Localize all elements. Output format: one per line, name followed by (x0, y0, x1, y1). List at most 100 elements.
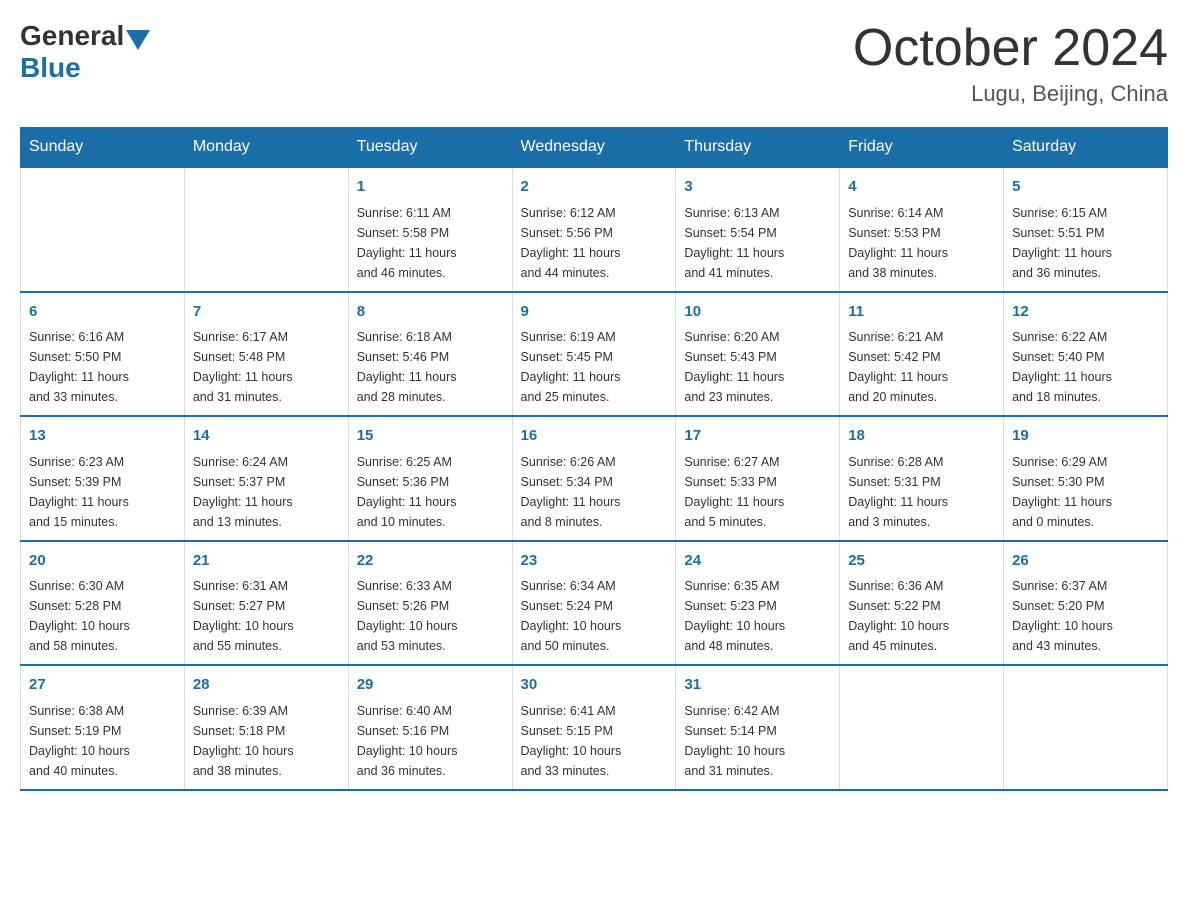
day-number: 2 (521, 176, 668, 199)
day-info: Sunrise: 6:25 AMSunset: 5:36 PMDaylight:… (357, 452, 504, 532)
day-number: 25 (848, 550, 995, 573)
logo-triangle-icon (126, 30, 150, 50)
day-number: 5 (1012, 176, 1159, 199)
logo-general-text: General (20, 20, 124, 52)
calendar-cell: 12 Sunrise: 6:22 AMSunset: 5:40 PMDayligh… (1004, 292, 1168, 417)
day-info: Sunrise: 6:40 AMSunset: 5:16 PMDaylight:… (357, 701, 504, 781)
calendar-cell: 8 Sunrise: 6:18 AMSunset: 5:46 PMDaylight… (348, 292, 512, 417)
day-number: 23 (521, 550, 668, 573)
calendar-cell: 1 Sunrise: 6:11 AMSunset: 5:58 PMDaylight… (348, 167, 512, 292)
calendar-cell: 7Sunrise: 6:17 AMSunset: 5:48 PMDaylight… (184, 292, 348, 417)
calendar-header-wednesday: Wednesday (512, 128, 676, 168)
calendar-header-sunday: Sunday (21, 128, 185, 168)
day-info: Sunrise: 6:30 AMSunset: 5:28 PMDaylight:… (29, 576, 176, 656)
day-number: 26 (1012, 550, 1159, 573)
calendar-cell: 3 Sunrise: 6:13 AMSunset: 5:54 PMDaylight… (676, 167, 840, 292)
day-info: Sunrise: 6:13 AMSunset: 5:54 PMDaylight:… (684, 203, 831, 283)
day-number: 7 (193, 301, 340, 324)
day-info: Sunrise: 6:26 AMSunset: 5:34 PMDaylight:… (521, 452, 668, 532)
calendar-cell: 19Sunrise: 6:29 AMSunset: 5:30 PMDayligh… (1004, 416, 1168, 541)
main-title: October 2024 (853, 20, 1168, 77)
day-number: 14 (193, 425, 340, 448)
calendar-cell: 21Sunrise: 6:31 AMSunset: 5:27 PMDayligh… (184, 541, 348, 666)
day-number: 15 (357, 425, 504, 448)
calendar-cell: 18 Sunrise: 6:28 AMSunset: 5:31 PMDayligh… (840, 416, 1004, 541)
calendar-header-tuesday: Tuesday (348, 128, 512, 168)
logo: General Blue (20, 20, 152, 84)
day-number: 11 (848, 301, 995, 324)
calendar-cell (1004, 665, 1168, 790)
day-info: Sunrise: 6:42 AMSunset: 5:14 PMDaylight:… (684, 701, 831, 781)
calendar-cell: 2 Sunrise: 6:12 AMSunset: 5:56 PMDaylight… (512, 167, 676, 292)
calendar-header-row: SundayMondayTuesdayWednesdayThursdayFrid… (21, 128, 1168, 168)
day-number: 30 (521, 674, 668, 697)
day-info: Sunrise: 6:36 AMSunset: 5:22 PMDaylight:… (848, 576, 995, 656)
calendar-week-row: 20Sunrise: 6:30 AMSunset: 5:28 PMDayligh… (21, 541, 1168, 666)
day-info: Sunrise: 6:39 AMSunset: 5:18 PMDaylight:… (193, 701, 340, 781)
day-number: 1 (357, 176, 504, 199)
calendar-cell: 20Sunrise: 6:30 AMSunset: 5:28 PMDayligh… (21, 541, 185, 666)
day-info: Sunrise: 6:16 AMSunset: 5:50 PMDaylight:… (29, 327, 176, 407)
calendar-table: SundayMondayTuesdayWednesdayThursdayFrid… (20, 127, 1168, 791)
day-info: Sunrise: 6:20 AMSunset: 5:43 PMDaylight:… (684, 327, 831, 407)
day-number: 31 (684, 674, 831, 697)
calendar-cell: 11 Sunrise: 6:21 AMSunset: 5:42 PMDayligh… (840, 292, 1004, 417)
calendar-header-monday: Monday (184, 128, 348, 168)
day-info: Sunrise: 6:18 AMSunset: 5:46 PMDaylight:… (357, 327, 504, 407)
day-info: Sunrise: 6:14 AMSunset: 5:53 PMDaylight:… (848, 203, 995, 283)
calendar-header-friday: Friday (840, 128, 1004, 168)
calendar-cell: 14 Sunrise: 6:24 AMSunset: 5:37 PMDayligh… (184, 416, 348, 541)
day-info: Sunrise: 6:37 AMSunset: 5:20 PMDaylight:… (1012, 576, 1159, 656)
day-info: Sunrise: 6:19 AMSunset: 5:45 PMDaylight:… (521, 327, 668, 407)
day-number: 22 (357, 550, 504, 573)
page-header: General Blue October 2024 Lugu, Beijing,… (20, 20, 1168, 107)
day-number: 4 (848, 176, 995, 199)
calendar-cell: 30 Sunrise: 6:41 AMSunset: 5:15 PMDayligh… (512, 665, 676, 790)
calendar-cell: 25 Sunrise: 6:36 AMSunset: 5:22 PMDayligh… (840, 541, 1004, 666)
day-info: Sunrise: 6:38 AMSunset: 5:19 PMDaylight:… (29, 701, 176, 781)
day-number: 19 (1012, 425, 1159, 448)
calendar-cell: 4 Sunrise: 6:14 AMSunset: 5:53 PMDaylight… (840, 167, 1004, 292)
day-info: Sunrise: 6:22 AMSunset: 5:40 PMDaylight:… (1012, 327, 1159, 407)
day-number: 18 (848, 425, 995, 448)
calendar-cell: 28Sunrise: 6:39 AMSunset: 5:18 PMDayligh… (184, 665, 348, 790)
calendar-cell (184, 167, 348, 292)
calendar-week-row: 6 Sunrise: 6:16 AMSunset: 5:50 PMDaylight… (21, 292, 1168, 417)
day-number: 6 (29, 301, 176, 324)
day-info: Sunrise: 6:24 AMSunset: 5:37 PMDaylight:… (193, 452, 340, 532)
calendar-cell: 17 Sunrise: 6:27 AMSunset: 5:33 PMDayligh… (676, 416, 840, 541)
calendar-week-row: 13 Sunrise: 6:23 AMSunset: 5:39 PMDayligh… (21, 416, 1168, 541)
day-number: 17 (684, 425, 831, 448)
calendar-cell: 16Sunrise: 6:26 AMSunset: 5:34 PMDayligh… (512, 416, 676, 541)
day-info: Sunrise: 6:12 AMSunset: 5:56 PMDaylight:… (521, 203, 668, 283)
calendar-cell: 23Sunrise: 6:34 AMSunset: 5:24 PMDayligh… (512, 541, 676, 666)
calendar-week-row: 27 Sunrise: 6:38 AMSunset: 5:19 PMDayligh… (21, 665, 1168, 790)
calendar-cell: 9Sunrise: 6:19 AMSunset: 5:45 PMDaylight… (512, 292, 676, 417)
calendar-cell: 26 Sunrise: 6:37 AMSunset: 5:20 PMDayligh… (1004, 541, 1168, 666)
logo-blue-text: Blue (20, 52, 81, 84)
day-number: 3 (684, 176, 831, 199)
day-number: 27 (29, 674, 176, 697)
calendar-cell: 5 Sunrise: 6:15 AMSunset: 5:51 PMDaylight… (1004, 167, 1168, 292)
day-info: Sunrise: 6:28 AMSunset: 5:31 PMDaylight:… (848, 452, 995, 532)
day-number: 12 (1012, 301, 1159, 324)
day-info: Sunrise: 6:21 AMSunset: 5:42 PMDaylight:… (848, 327, 995, 407)
subtitle: Lugu, Beijing, China (853, 81, 1168, 107)
day-info: Sunrise: 6:23 AMSunset: 5:39 PMDaylight:… (29, 452, 176, 532)
day-info: Sunrise: 6:33 AMSunset: 5:26 PMDaylight:… (357, 576, 504, 656)
day-info: Sunrise: 6:41 AMSunset: 5:15 PMDaylight:… (521, 701, 668, 781)
calendar-week-row: 1 Sunrise: 6:11 AMSunset: 5:58 PMDaylight… (21, 167, 1168, 292)
calendar-cell: 15 Sunrise: 6:25 AMSunset: 5:36 PMDayligh… (348, 416, 512, 541)
day-info: Sunrise: 6:11 AMSunset: 5:58 PMDaylight:… (357, 203, 504, 283)
day-info: Sunrise: 6:15 AMSunset: 5:51 PMDaylight:… (1012, 203, 1159, 283)
calendar-cell: 29Sunrise: 6:40 AMSunset: 5:16 PMDayligh… (348, 665, 512, 790)
calendar-cell (840, 665, 1004, 790)
calendar-cell: 24Sunrise: 6:35 AMSunset: 5:23 PMDayligh… (676, 541, 840, 666)
day-info: Sunrise: 6:27 AMSunset: 5:33 PMDaylight:… (684, 452, 831, 532)
calendar-header-thursday: Thursday (676, 128, 840, 168)
title-section: October 2024 Lugu, Beijing, China (853, 20, 1168, 107)
calendar-cell: 27 Sunrise: 6:38 AMSunset: 5:19 PMDayligh… (21, 665, 185, 790)
day-number: 13 (29, 425, 176, 448)
day-number: 21 (193, 550, 340, 573)
day-number: 8 (357, 301, 504, 324)
